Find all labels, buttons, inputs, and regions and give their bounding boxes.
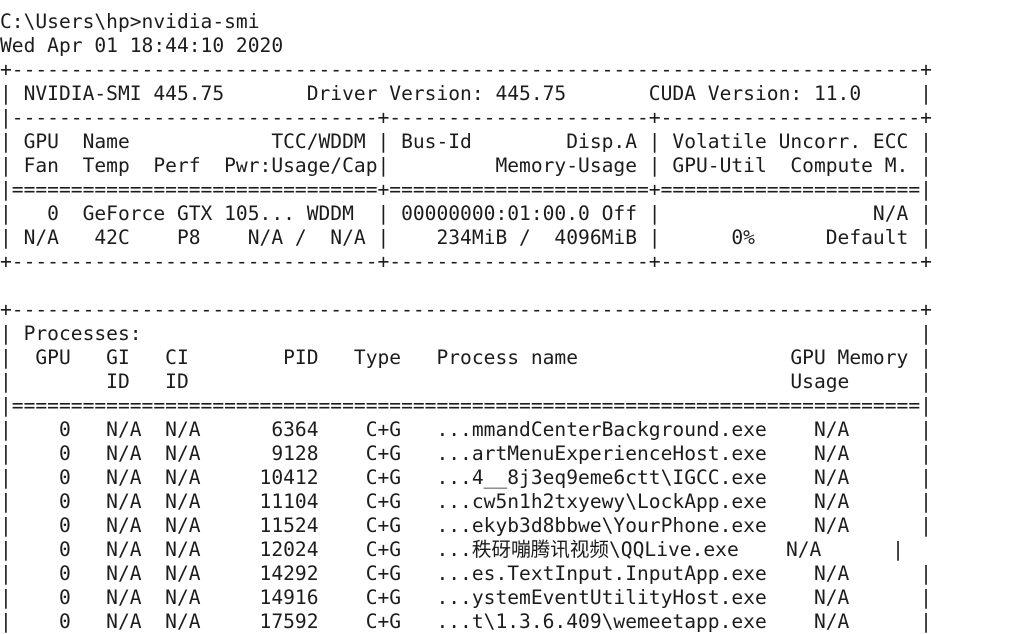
process-row: | 0 N/A N/A 10412 C+G ...4__8j3eq9eme6ct…	[0, 466, 932, 489]
process-row: | 0 N/A N/A 11104 C+G ...cw5n1h2txyewy\L…	[0, 490, 932, 513]
process-row: | 0 N/A N/A 17592 C+G ...t\1.3.6.409\wem…	[0, 610, 932, 633]
gpu-header-row-1: | GPU Name TCC/WDDM | Bus-Id Disp.A | Vo…	[0, 130, 932, 153]
header-separator: |-------------------------------+-------…	[0, 106, 932, 129]
process-row: | 0 N/A N/A 14916 C+G ...ystemEventUtili…	[0, 586, 932, 609]
gpu-header-row-2: | Fan Temp Perf Pwr:Usage/Cap| Memory-Us…	[0, 154, 932, 177]
process-row: | 0 N/A N/A 12024 C+G ...秩砑嘣腾讯视频\QQLive.…	[0, 538, 904, 561]
version-line: | NVIDIA-SMI 445.75 Driver Version: 445.…	[0, 82, 932, 105]
processes-title: | Processes: |	[0, 322, 932, 345]
gpu-row-2: | N/A 42C P8 N/A / N/A | 234MiB / 4096Mi…	[0, 226, 932, 249]
timestamp: Wed Apr 01 18:44:10 2020	[0, 34, 284, 57]
console-window[interactable]: C:\Users\hp>nvidia-smi Wed Apr 01 18:44:1…	[0, 0, 1028, 634]
gpu-row-1: | 0 GeForce GTX 105... WDDM | 00000000:0…	[0, 202, 932, 225]
gpu-header-double-border: |===============================+=======…	[0, 178, 932, 201]
processes-top-border: +---------------------------------------…	[0, 298, 932, 321]
process-row: | 0 N/A N/A 6364 C+G ...mmandCenterBackg…	[0, 418, 932, 441]
gpu-bottom-border: +-------------------------------+-------…	[0, 250, 932, 273]
processes-double-border: |=======================================…	[0, 394, 932, 417]
process-row: | 0 N/A N/A 11524 C+G ...ekyb3d8bbwe\You…	[0, 514, 932, 537]
prompt-command: C:\Users\hp>nvidia-smi	[0, 10, 260, 33]
processes-header-row-2: | ID ID Usage |	[0, 370, 932, 393]
processes-header-row-1: | GPU GI CI PID Type Process name GPU Me…	[0, 346, 932, 369]
process-row: | 0 N/A N/A 9128 C+G ...artMenuExperienc…	[0, 442, 932, 465]
process-row: | 0 N/A N/A 14292 C+G ...es.TextInput.In…	[0, 562, 932, 585]
top-border: +---------------------------------------…	[0, 58, 932, 81]
